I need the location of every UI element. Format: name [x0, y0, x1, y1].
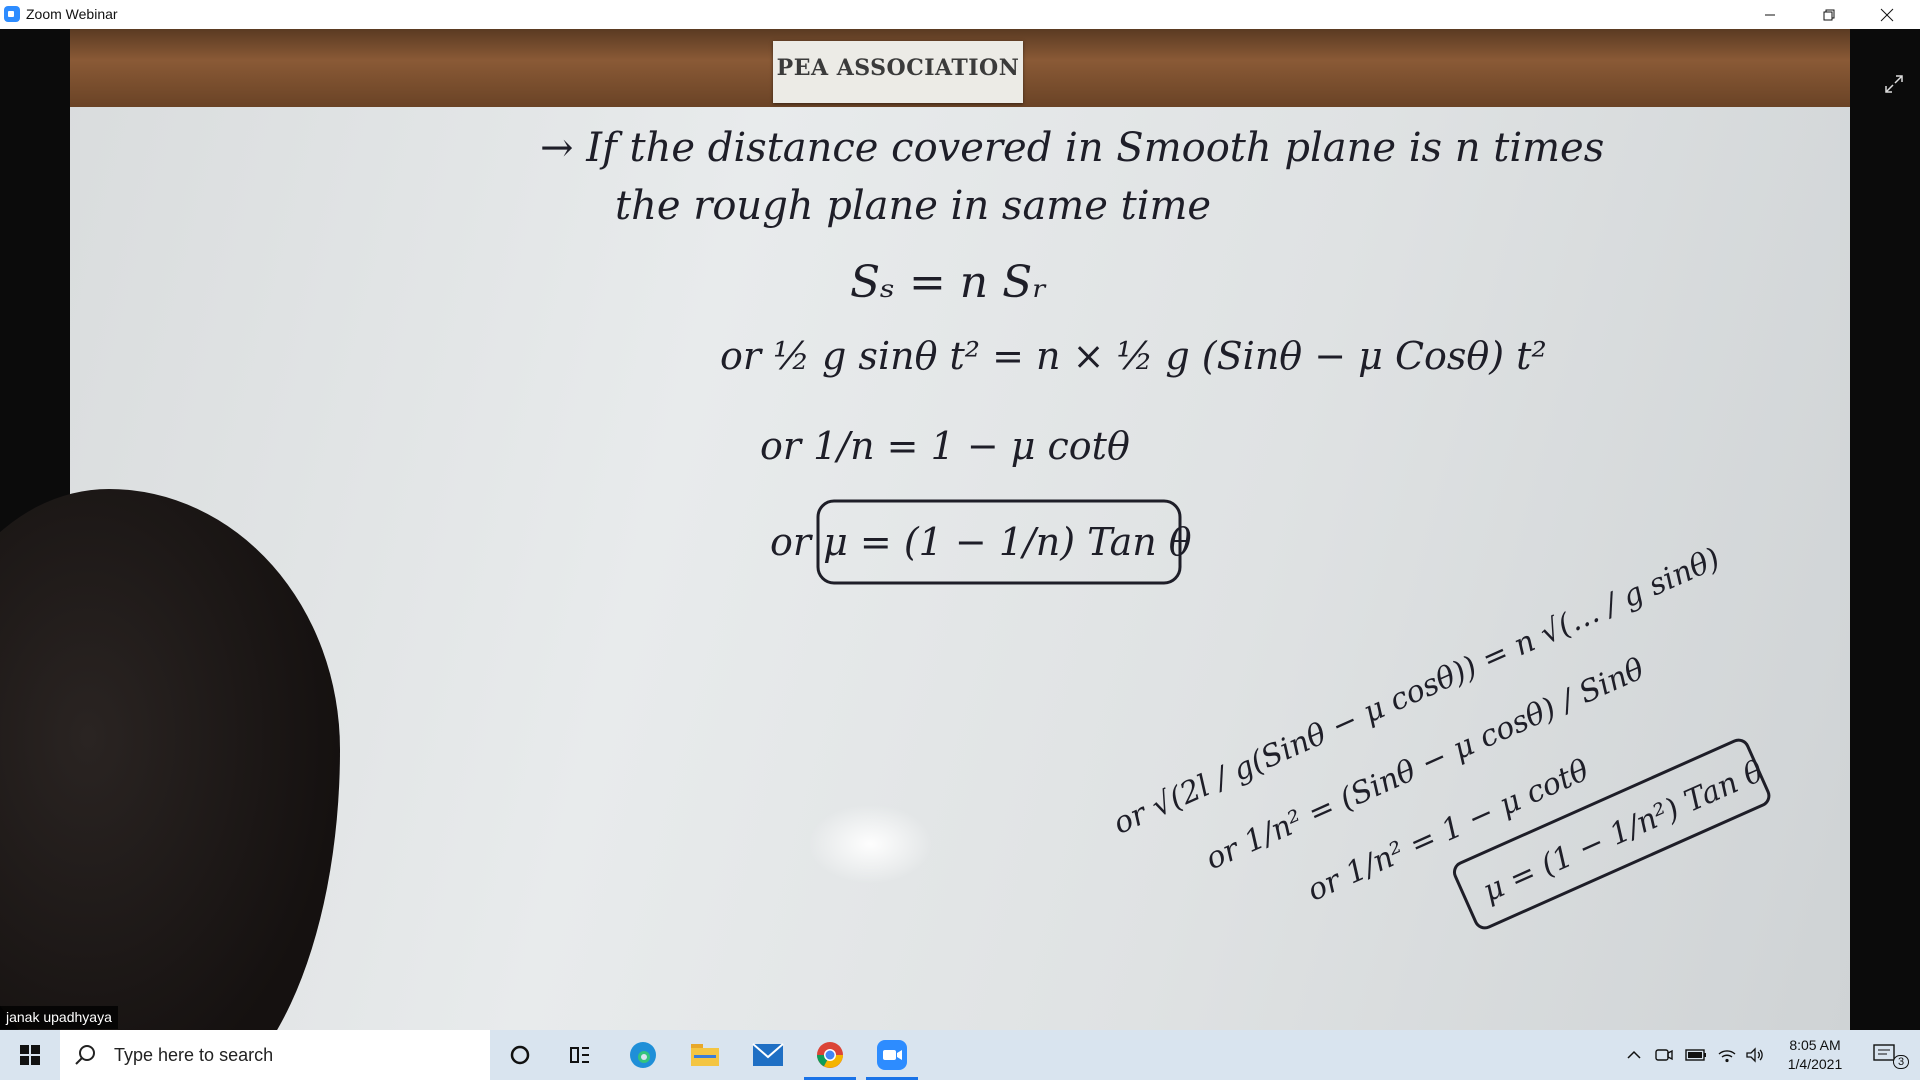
side-line-3: or 1/n² = 1 − μ cotθ [1302, 753, 1594, 909]
volume-button[interactable] [1742, 1030, 1768, 1080]
zoom-icon [4, 6, 20, 22]
board-line-3: Sₛ = n Sᵣ [850, 257, 1048, 308]
notifications-button[interactable]: 3 [1862, 1030, 1920, 1080]
clock-date: 1/4/2021 [1787, 1056, 1843, 1072]
chrome-icon [817, 1042, 843, 1068]
board-line-2: the rough plane in same time [615, 183, 1211, 229]
zoom-icon [877, 1040, 907, 1070]
participant-name-label: janak upadhyaya [0, 1006, 118, 1029]
mail-icon [752, 1043, 784, 1066]
cortana-button[interactable] [490, 1030, 550, 1080]
battery-icon [1685, 1049, 1706, 1061]
wifi-icon [1718, 1050, 1736, 1063]
minimize-button[interactable] [1747, 0, 1793, 29]
zoom-taskbar-button[interactable] [862, 1030, 922, 1080]
search-placeholder: Type here to search [114, 1044, 274, 1065]
meet-now-icon [1655, 1049, 1673, 1061]
edge-taskbar-button[interactable] [613, 1030, 673, 1080]
taskbar: Type here to search 8:05 AM 1/4/2021 3 [0, 1030, 1920, 1080]
minimize-icon [1765, 14, 1775, 15]
board-line-6: or μ = (1 − 1/n) Tan θ [770, 520, 1192, 564]
side-derivation: or √(2l / g(Sinθ − μ cosθ)) = n √(… / g … [1108, 541, 1771, 930]
edge-icon [630, 1042, 656, 1068]
chevron-up-icon [1627, 1050, 1641, 1059]
chrome-button[interactable] [800, 1030, 860, 1080]
window-title: Zoom Webinar [26, 6, 118, 22]
side-line-4: μ = (1 − 1/n²) Tan θ [1478, 754, 1769, 909]
close-icon [1880, 8, 1894, 21]
wifi-button[interactable] [1714, 1030, 1740, 1080]
show-hidden-icons-button[interactable] [1622, 1030, 1646, 1080]
meet-now-button[interactable] [1652, 1030, 1676, 1080]
mail-button[interactable] [738, 1030, 798, 1080]
clock-time: 8:05 AM [1789, 1037, 1841, 1053]
task-view-button[interactable] [550, 1030, 610, 1080]
restore-button[interactable] [1806, 0, 1852, 29]
windows-start-button[interactable] [0, 1030, 60, 1080]
close-button[interactable] [1864, 0, 1910, 29]
fullscreen-expand-icon[interactable] [1884, 74, 1904, 94]
task-view-icon [570, 1047, 589, 1063]
board-line-5: or 1/n = 1 − μ cotθ [760, 424, 1130, 468]
notification-count: 3 [1892, 1055, 1910, 1069]
search-icon [75, 1045, 95, 1065]
restore-icon [1823, 9, 1835, 20]
taskbar-search-box[interactable]: Type here to search [60, 1030, 490, 1080]
volume-icon [1746, 1047, 1763, 1063]
windows-start-icon [20, 1045, 40, 1065]
cortana-icon [510, 1045, 530, 1065]
battery-button[interactable] [1682, 1030, 1710, 1080]
side-line-1: or √(2l / g(Sinθ − μ cosθ)) = n √(… / g … [1108, 541, 1725, 841]
system-clock[interactable]: 8:05 AM 1/4/2021 [1770, 1036, 1860, 1074]
board-line-1: → If the distance covered in Smooth plan… [540, 125, 1604, 171]
title-bar: Zoom Webinar [0, 0, 1920, 29]
file-explorer-icon [691, 1044, 719, 1066]
board-line-4: or ½ g sinθ t² = n × ½ g (Sinθ − μ Cosθ)… [720, 334, 1547, 378]
video-feed: PEA ASSOCIATION → If the distance covere… [0, 29, 1920, 1030]
file-explorer-button[interactable] [675, 1030, 735, 1080]
